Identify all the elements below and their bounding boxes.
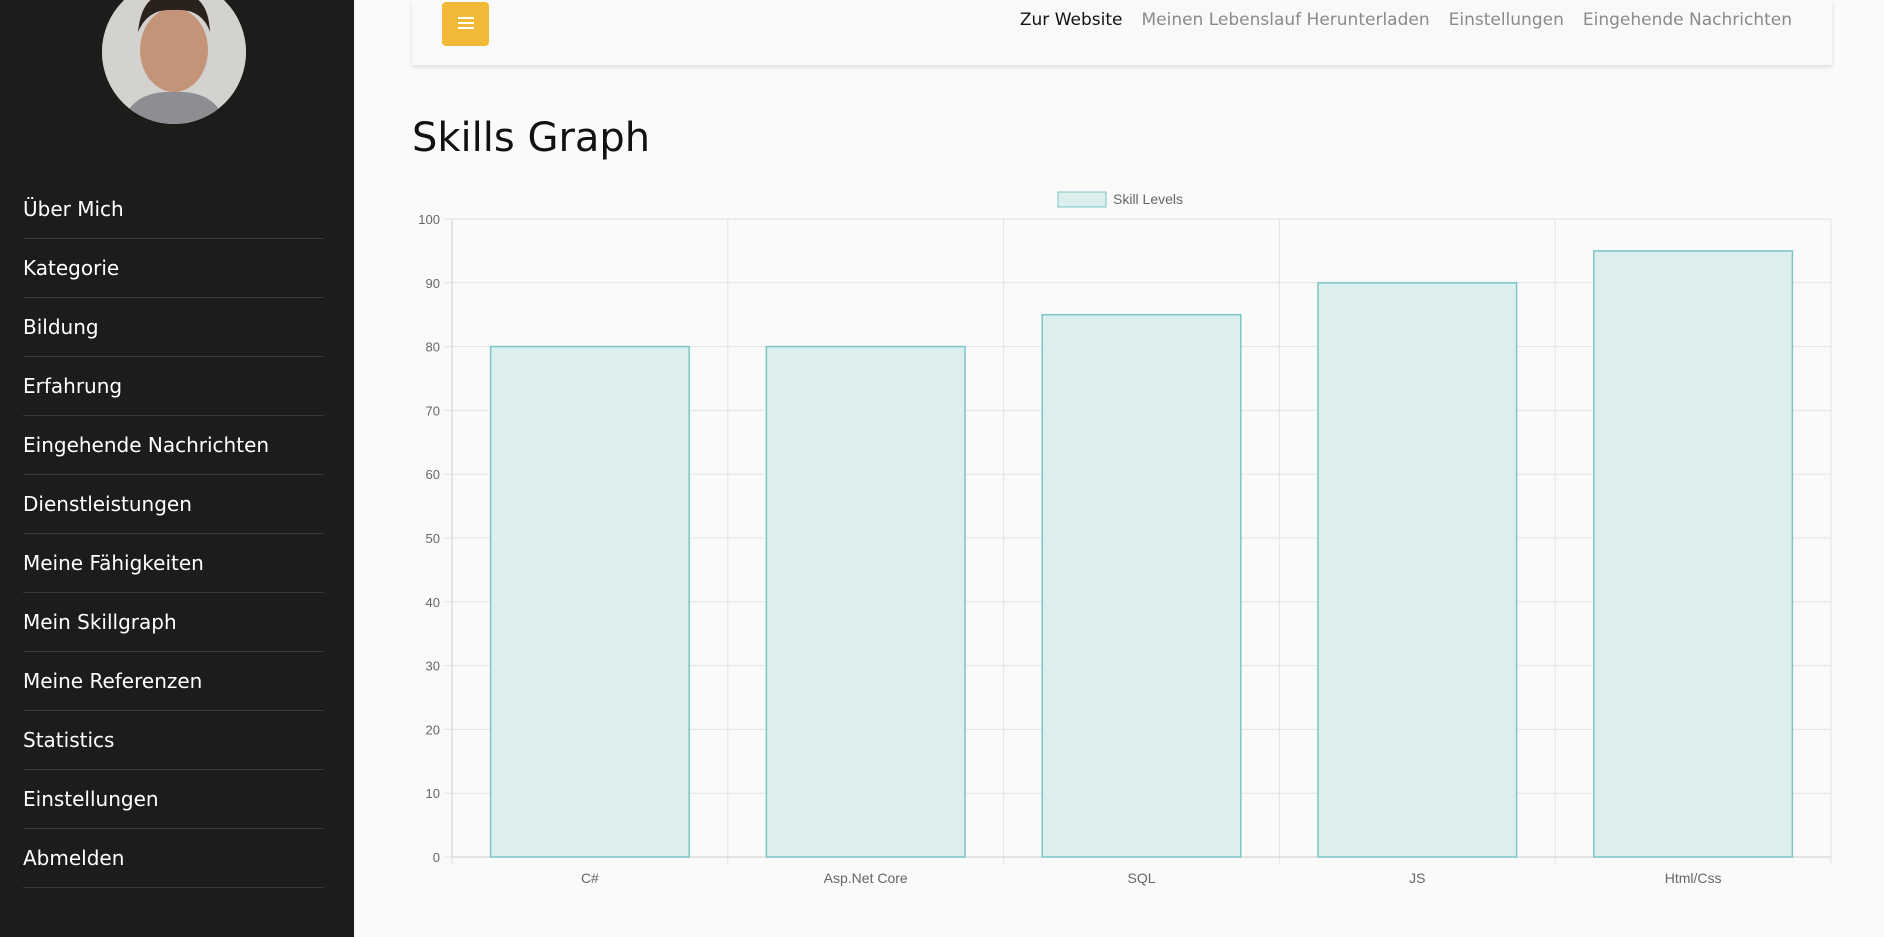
top-link-lebenslauf[interactable]: Meinen Lebenslauf Herunterladen: [1141, 10, 1429, 30]
top-link-zur-website[interactable]: Zur Website: [1020, 10, 1123, 30]
top-nav-links: Zur Website Meinen Lebenslauf Herunterla…: [1020, 10, 1792, 30]
legend-label: Skill Levels: [1113, 191, 1183, 207]
topbar: Zur Website Meinen Lebenslauf Herunterla…: [412, 0, 1832, 65]
y-tick-label: 40: [426, 595, 440, 610]
bar: [1041, 313, 1242, 858]
hamburger-icon: [457, 15, 474, 34]
x-tick-label: Asp.Net Core: [824, 870, 908, 886]
y-tick-label: 0: [433, 850, 440, 865]
y-tick-label: 30: [426, 659, 440, 674]
bar: [1317, 282, 1518, 858]
sidebar-item-über-mich[interactable]: Über Mich: [23, 180, 324, 239]
sidebar-item-dienstleistungen[interactable]: Dienstleistungen: [23, 475, 324, 534]
y-tick-label: 90: [426, 276, 440, 291]
y-tick-label: 10: [426, 786, 440, 801]
legend-swatch: [1057, 191, 1107, 208]
sidebar-item-meine-fähigkeiten[interactable]: Meine Fähigkeiten: [23, 534, 324, 593]
y-tick-label: 50: [426, 531, 440, 546]
sidebar-item-einstellungen[interactable]: Einstellungen: [23, 770, 324, 829]
x-tick-label: Html/Css: [1665, 870, 1722, 886]
bar: [489, 345, 690, 858]
sidebar-item-kategorie[interactable]: Kategorie: [23, 239, 324, 298]
sidebar-item-statistics[interactable]: Statistics: [23, 711, 324, 770]
y-tick-label: 70: [426, 403, 440, 418]
sidebar: Über Mich Kategorie Bildung Erfahrung Eingeh…: [0, 0, 354, 937]
x-tick-label: JS: [1409, 870, 1425, 886]
sidebar-nav: Über Mich Kategorie Bildung Erfahrung Eingeh…: [23, 180, 324, 888]
top-link-nachrichten[interactable]: Eingehende Nachrichten: [1583, 10, 1792, 30]
skills-bar-chart: Skill Levels 0 10 20 30 40 50 60 70 80 90 100 C# Asp.…: [418, 191, 1832, 886]
x-tick-label: SQL: [1127, 870, 1155, 886]
y-tick-label: 100: [418, 212, 440, 227]
bar: [1593, 250, 1794, 858]
top-link-einstellungen[interactable]: Einstellungen: [1449, 10, 1564, 30]
avatar: [102, 0, 246, 124]
sidebar-item-meine-referenzen[interactable]: Meine Referenzen: [23, 652, 324, 711]
bar: [765, 345, 966, 858]
y-tick-label: 20: [426, 722, 440, 737]
page-title: Skills Graph: [412, 115, 651, 161]
sidebar-item-mein-skillgraph[interactable]: Mein Skillgraph: [23, 593, 324, 652]
y-tick-label: 80: [426, 340, 440, 355]
sidebar-item-abmelden[interactable]: Abmelden: [23, 829, 324, 888]
x-tick-label: C#: [581, 870, 599, 886]
sidebar-item-eingehende-nachrichten[interactable]: Eingehende Nachrichten: [23, 416, 324, 475]
menu-toggle-button[interactable]: [442, 2, 489, 46]
sidebar-item-erfahrung[interactable]: Erfahrung: [23, 357, 324, 416]
y-tick-label: 60: [426, 467, 440, 482]
sidebar-item-bildung[interactable]: Bildung: [23, 298, 324, 357]
